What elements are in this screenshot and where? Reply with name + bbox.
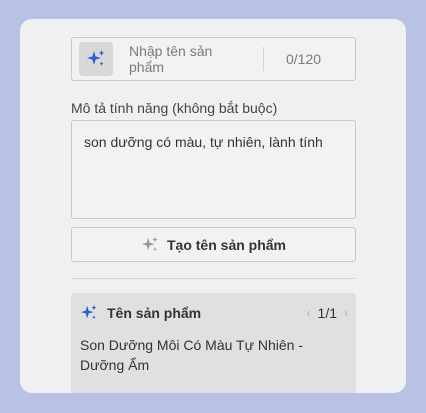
product-name-generator-panel: Nhập tên sản phẩm 0/120 Mô tả tính năng … — [20, 19, 406, 393]
page-count: 1/1 — [317, 305, 337, 321]
result-title: Tên sản phẩm — [107, 305, 202, 321]
generate-name-button[interactable]: Tạo tên sản phẩm — [71, 227, 356, 262]
section-divider — [71, 278, 356, 279]
description-text: son dưỡng có màu, tự nhiên, lành tính — [84, 134, 323, 150]
description-textarea[interactable]: son dưỡng có màu, tự nhiên, lành tính — [71, 120, 356, 219]
result-card: Tên sản phẩm ‹ 1/1 › Son Dưỡng Môi Có Mà… — [71, 293, 356, 393]
next-page-arrow-icon[interactable]: › — [344, 306, 348, 320]
character-counter: 0/120 — [286, 51, 322, 67]
sparkle-icon — [87, 50, 105, 66]
sparkle-icon — [141, 236, 159, 254]
product-name-field[interactable]: Nhập tên sản phẩm 0/120 — [71, 37, 356, 81]
field-divider — [263, 47, 264, 71]
prev-page-arrow-icon[interactable]: ‹ — [307, 306, 311, 320]
result-header: Tên sản phẩm ‹ 1/1 › — [80, 304, 348, 322]
sparkle-icon — [80, 304, 97, 320]
sparkle-icon-button[interactable] — [79, 42, 113, 76]
generate-button-label: Tạo tên sản phẩm — [166, 236, 287, 253]
result-pager: ‹ 1/1 › — [307, 305, 348, 321]
generated-product-name: Son Dưỡng Môi Có Màu Tự Nhiên - Dưỡng Ẩm — [80, 337, 303, 373]
description-label: Mô tả tính năng (không bắt buộc) — [71, 100, 278, 116]
product-name-placeholder: Nhập tên sản phẩm — [129, 43, 213, 75]
